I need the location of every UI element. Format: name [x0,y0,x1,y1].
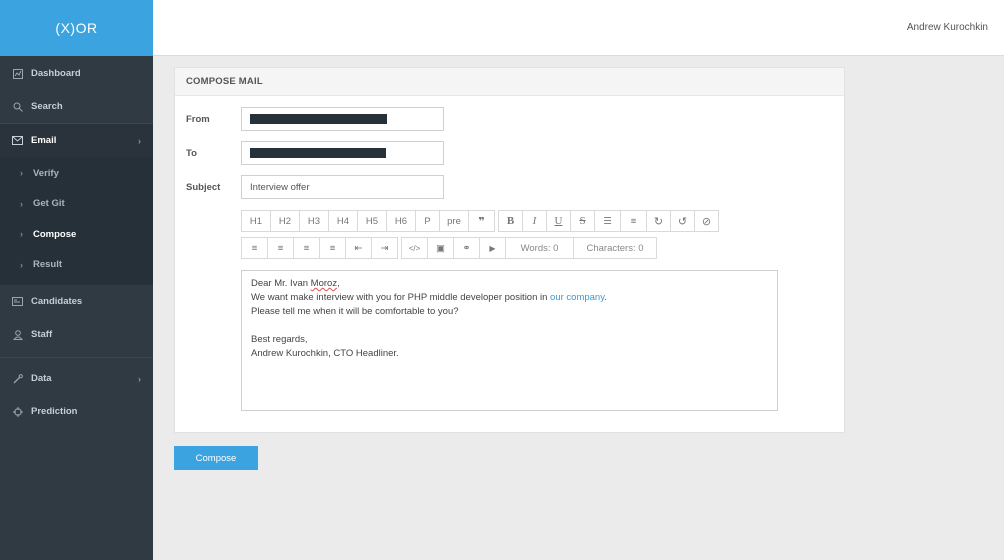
h4-button[interactable]: H4 [328,210,358,232]
to-field[interactable] [241,141,444,165]
redacted-value [250,114,387,124]
bold-button[interactable]: B [498,210,523,232]
sidebar-subitem-label: Get Git [33,198,65,210]
dashboard-icon [12,68,23,79]
sidebar-subitem-compose[interactable]: › Compose [0,219,153,250]
ordered-list-button[interactable]: ≡ [620,210,647,232]
editor-line: Andrew Kurochkin, CTO Headliner. [251,348,399,359]
character-counter: Characters: 0 [573,237,657,259]
from-row: From [186,107,444,131]
editor-line: We want make interview with you for PHP … [251,292,607,303]
chevron-right-icon: › [20,229,23,240]
search-icon [12,101,23,112]
sidebar-subitem-label: Compose [33,228,77,240]
undo-button[interactable]: ↺ [670,210,695,232]
sidebar-subitem-label: Verify [33,167,59,179]
unordered-list-button[interactable]: ☰ [594,210,621,232]
to-label: To [186,147,197,159]
editor-line: Please tell me when it will be comfortab… [251,306,459,317]
h5-button[interactable]: H5 [357,210,387,232]
strikethrough-button[interactable]: S [570,210,595,232]
video-button[interactable]: ▶ [479,237,506,259]
align-right-button[interactable]: ≡ [293,237,320,259]
quote-button[interactable]: ❞ [468,210,495,232]
subject-label: Subject [186,181,221,193]
sidebar-item-candidates[interactable]: Candidates [0,285,153,318]
paragraph-button[interactable]: P [415,210,440,232]
align-center-button[interactable]: ≡ [267,237,294,259]
image-button[interactable]: ▣ [427,237,454,259]
h3-button[interactable]: H3 [299,210,329,232]
top-header: Andrew Kurochkin [153,0,1004,56]
company-link[interactable]: our company [550,292,604,303]
crosshair-icon [12,406,23,417]
sidebar-item-label: Candidates [31,296,83,307]
italic-button[interactable]: I [522,210,547,232]
email-submenu: › Verify › Get Git › Compose › Result [0,157,153,285]
sidebar-item-label: Data [31,373,52,384]
sidebar-subitem-verify[interactable]: › Verify [0,158,153,189]
redo-button[interactable]: ↻ [646,210,671,232]
sidebar-item-data[interactable]: Data › [0,362,153,395]
sidebar-subitem-result[interactable]: › Result [0,250,153,281]
tool-icon [12,373,23,384]
underline-button[interactable]: U [546,210,571,232]
sidebar-item-label: Dashboard [31,68,81,79]
sidebar-item-label: Staff [31,329,53,340]
align-left-button[interactable]: ≡ [241,237,268,259]
h6-button[interactable]: H6 [386,210,416,232]
sidebar-item-email[interactable]: Email › [0,124,153,157]
message-editor[interactable]: Dear Mr. Ivan Moroz, We want make interv… [241,270,778,411]
outdent-button[interactable]: ⇤ [345,237,372,259]
word-counter: Words: 0 [505,237,574,259]
chevron-right-icon: › [138,135,141,146]
sidebar-item-prediction[interactable]: Prediction [0,395,153,428]
clear-format-button[interactable]: ⊘ [694,210,719,232]
chevron-right-icon: › [20,259,23,270]
editor-line: Best regards, [251,334,308,345]
compose-button[interactable]: Compose [174,446,258,470]
h2-button[interactable]: H2 [270,210,300,232]
link-button[interactable]: ⚭ [453,237,480,259]
subject-row: Subject Interview offer [186,175,444,199]
sidebar-item-label: Prediction [31,406,78,417]
indent-button[interactable]: ⇥ [371,237,398,259]
editor-toolbar-row-1: H1 H2 H3 H4 H5 H6 P pre ❞ B I U S ☰ ≡ ↻ … [241,210,719,232]
sidebar-subitem-get-git[interactable]: › Get Git [0,189,153,220]
redacted-value [250,148,386,158]
from-field[interactable] [241,107,444,131]
justify-button[interactable]: ≡ [319,237,346,259]
to-row: To [186,141,444,165]
chevron-right-icon: › [20,198,23,209]
user-name[interactable]: Andrew Kurochkin [907,22,988,33]
chevron-right-icon: › [138,373,141,384]
misspelled-word: Moroz [310,278,338,289]
id-card-icon [12,296,23,307]
from-label: From [186,113,210,125]
sidebar-item-staff[interactable]: Staff [0,318,153,351]
user-icon [12,329,23,340]
sidebar-item-dashboard[interactable]: Dashboard [0,57,153,90]
panel-title: COMPOSE MAIL [175,68,844,96]
brand-logo[interactable]: (X)OR [0,0,153,56]
sidebar-item-label: Search [31,101,63,112]
chevron-right-icon: › [20,168,23,179]
editor-toolbar-row-2: ≡ ≡ ≡ ≡ ⇤ ⇥ </> ▣ ⚭ ▶ Words: 0 Character… [241,237,657,259]
sidebar-subitem-label: Result [33,259,63,271]
sidebar: (X)OR Dashboard Search Email › › Verify … [0,0,153,560]
subject-field[interactable]: Interview offer [241,175,444,199]
code-button[interactable]: </> [401,237,428,259]
sidebar-item-label: Email [31,135,57,146]
editor-line: Dear Mr. Ivan Moroz, [251,278,340,289]
h1-button[interactable]: H1 [241,210,271,232]
sidebar-item-search[interactable]: Search [0,90,153,123]
compose-mail-panel: COMPOSE MAIL From To Subject Interview o… [174,67,845,433]
pre-button[interactable]: pre [439,210,469,232]
envelope-icon [12,135,23,146]
